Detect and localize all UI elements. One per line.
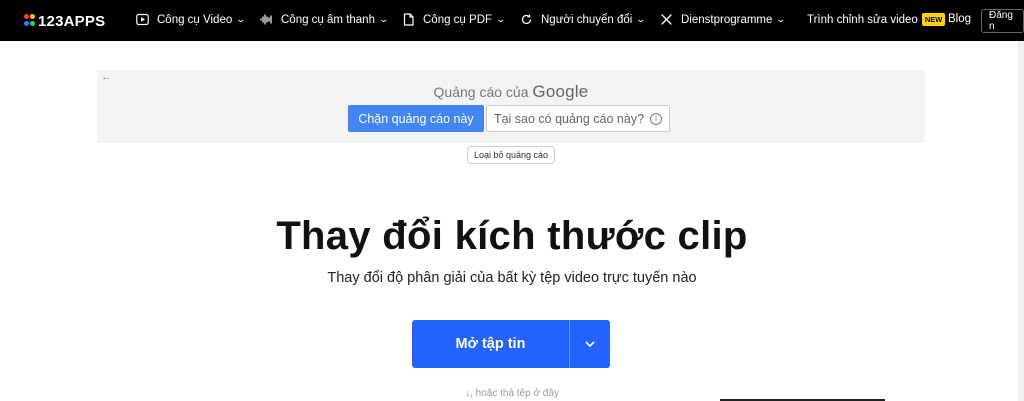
open-file-button[interactable]: Mở tập tin — [412, 320, 569, 368]
chevron-down-icon: ⌄ — [235, 14, 247, 24]
nav-label: Người chuyển đổi — [541, 13, 633, 26]
nav-blog[interactable]: Blog — [948, 13, 971, 25]
convert-icon — [520, 13, 533, 26]
nav-video-tools[interactable]: Công cụ Video ⌄ — [136, 13, 247, 26]
block-ad-button[interactable]: Chặn quảng cáo này — [348, 105, 484, 132]
nav-label: Trình chỉnh sửa video — [807, 13, 918, 26]
chevron-down-icon: ⌄ — [635, 14, 647, 24]
logo[interactable]: 123APPS — [24, 12, 105, 30]
drop-hint-text: hoặc thả tệp ở đây — [475, 388, 559, 399]
why-ad-label: Tại sao có quảng cáo này? — [493, 111, 645, 126]
google-ad-panel: ← Quảng cáo của Google Chặn quảng cáo nà… — [97, 70, 925, 143]
nav-audio-tools[interactable]: Công cụ âm thanh ⌄ — [260, 13, 390, 26]
nav-label: Công cụ PDF — [423, 13, 493, 26]
audio-wave-icon — [260, 13, 273, 26]
open-options-dropdown[interactable] — [570, 320, 610, 368]
nav-converters[interactable]: Người chuyển đổi ⌄ — [520, 13, 647, 26]
google-brand: Google — [532, 82, 589, 101]
info-icon: i — [650, 112, 663, 125]
pdf-file-icon — [402, 13, 415, 26]
nav-label: Dienstprogramme — [681, 13, 773, 26]
chevron-down-icon: ⌄ — [775, 14, 787, 24]
nav-video-editor[interactable]: Trình chỉnh sửa video NEW — [807, 13, 946, 26]
why-ad-button[interactable]: Tại sao có quảng cáo này? i — [486, 105, 670, 132]
page-subtitle: Thay đổi độ phân giải của bất kỳ tệp vid… — [327, 270, 697, 286]
chevron-down-icon: ⌄ — [495, 14, 507, 24]
login-button[interactable]: Đăng n — [981, 9, 1024, 33]
drop-hint: ↓, hoặc thả tệp ở đây — [0, 388, 1024, 399]
top-navbar: 123APPS Công cụ Video ⌄ Công cụ âm thanh… — [0, 0, 1024, 41]
new-badge: NEW — [921, 13, 946, 26]
open-file-button-group: Mở tập tin — [412, 320, 610, 368]
chevron-down-icon — [585, 341, 595, 347]
ad-prefix: Quảng cáo của — [433, 84, 529, 100]
nav-pdf-tools[interactable]: Công cụ PDF ⌄ — [402, 13, 507, 26]
page-title: Thay đổi kích thước clip — [276, 214, 748, 258]
ad-heading: Quảng cáo của Google — [97, 82, 925, 102]
nav-label: Công cụ âm thanh — [281, 13, 375, 26]
chevron-down-icon: ⌄ — [378, 14, 390, 24]
remove-ads-button[interactable]: Loại bỏ quảng cáo — [467, 146, 556, 164]
down-arrow-icon: ↓, — [465, 388, 476, 399]
nav-label: Công cụ Video — [157, 13, 233, 26]
logo-icon — [24, 14, 36, 28]
video-play-icon — [136, 13, 149, 26]
nav-utilities[interactable]: Dienstprogramme ⌄ — [660, 13, 787, 26]
tools-icon — [660, 13, 673, 26]
logo-text: 123APPS — [38, 12, 106, 30]
